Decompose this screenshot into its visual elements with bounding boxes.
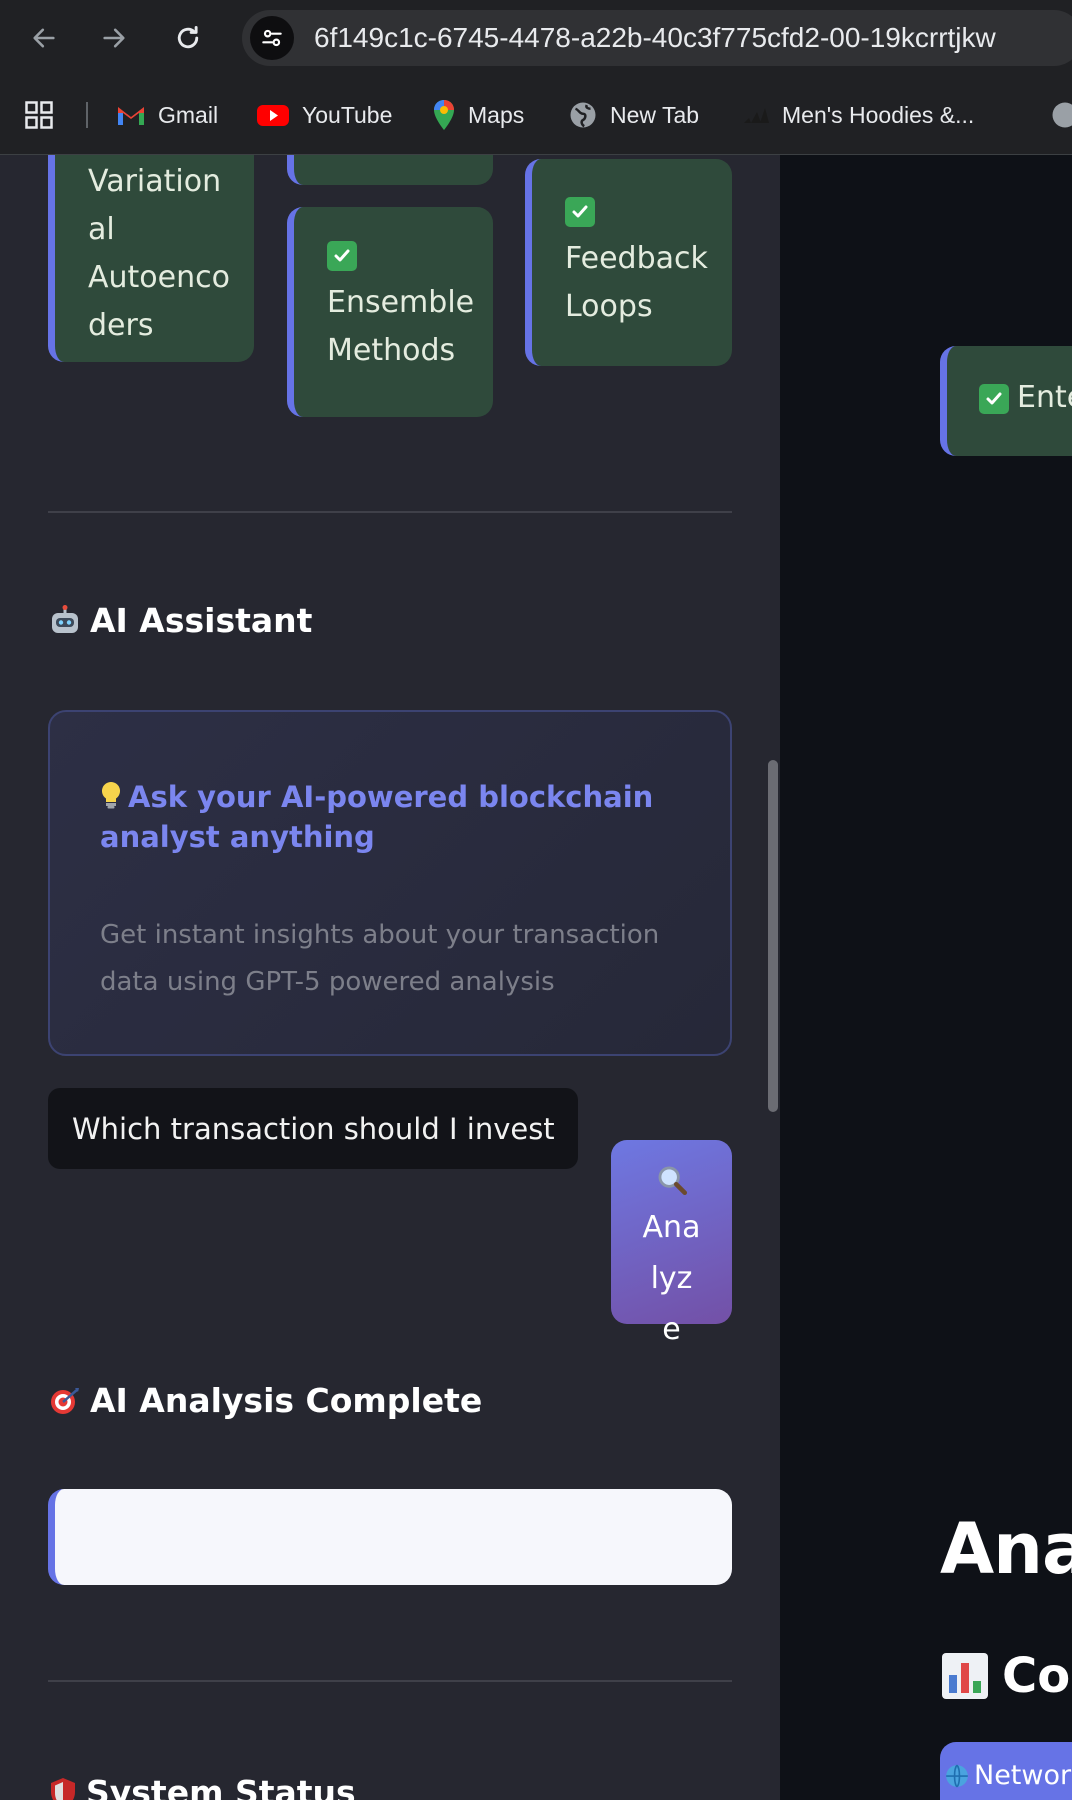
adidas-icon	[742, 105, 770, 125]
section-title-text: System Status	[86, 1773, 356, 1800]
main-heading: Anal	[940, 1508, 1072, 1590]
check-icon	[979, 384, 1009, 414]
ai-assistant-prompt-box: Ask your AI-powered blockchain analyst a…	[48, 710, 732, 1056]
prompt-heading: Ask your AI-powered blockchain analyst a…	[100, 780, 654, 854]
feature-label: Variation al Autoenco ders	[88, 164, 230, 343]
robot-icon	[48, 604, 82, 637]
bookmark-label: Gmail	[158, 101, 219, 128]
analysis-result-box	[48, 1489, 732, 1585]
reload-button[interactable]	[166, 16, 210, 60]
bookmark-youtube[interactable]: YouTube	[256, 76, 392, 154]
section-title-text: AI Analysis Complete	[90, 1381, 483, 1420]
ai-assistant-title: AI Assistant	[48, 601, 312, 640]
bookmarks-separator	[86, 102, 88, 128]
bookmark-mens-hoodies[interactable]: Men's Hoodies &...	[742, 76, 974, 154]
bookmark-new-tab[interactable]: New Tab	[568, 76, 699, 154]
divider	[48, 1680, 732, 1682]
globe-icon	[944, 1760, 970, 1789]
main-feature-card: Ente	[940, 346, 1072, 456]
browser-toolbar: 6f149c1c-6745-4478-a22b-40c3f775cfd2-00-…	[0, 0, 1072, 76]
globe-icon	[568, 100, 598, 130]
reload-icon	[177, 25, 199, 49]
section-title-text: AI Assistant	[90, 601, 313, 640]
target-icon	[48, 1385, 82, 1417]
bar-chart-icon	[940, 1651, 990, 1701]
arrow-left-icon	[33, 28, 55, 48]
apps-button[interactable]	[24, 76, 54, 154]
check-icon	[565, 196, 595, 227]
feature-label: Ensemble Methods	[327, 285, 475, 368]
address-bar[interactable]: 6f149c1c-6745-4478-a22b-40c3f775cfd2-00-…	[242, 10, 1072, 66]
back-button[interactable]	[22, 16, 66, 60]
main-content: Ente Anal Co Network	[780, 155, 1072, 1800]
bookmark-label: New Tab	[610, 101, 700, 128]
bookmarks-bar: Gmail YouTube Maps New Tab Men's Hoodies…	[0, 76, 1072, 155]
feature-card: Ensemble Methods	[287, 207, 493, 417]
bookmark-label: Men's Hoodies &...	[782, 101, 975, 128]
feature-card: Feedback Loops	[525, 159, 732, 366]
bookmark-label: Maps	[468, 101, 525, 128]
bookmark-label: YouTube	[302, 101, 393, 128]
site-info-icon[interactable]	[250, 16, 294, 60]
ai-query-input[interactable]	[48, 1088, 578, 1169]
system-status-title: System Status	[48, 1773, 356, 1800]
maps-icon	[432, 99, 456, 131]
network-tab[interactable]: Network	[940, 1742, 1072, 1800]
bookmark-maps[interactable]: Maps	[432, 76, 524, 154]
analyze-label: Analyze	[642, 1210, 701, 1347]
check-icon	[327, 240, 357, 271]
sidebar-scrollbar[interactable]	[768, 760, 778, 1112]
prompt-subtext: Get instant insights about your transact…	[100, 920, 660, 997]
feature-card	[287, 155, 493, 185]
shield-icon	[48, 1776, 78, 1800]
lightbulb-icon	[100, 780, 122, 818]
ai-analysis-title: AI Analysis Complete	[48, 1381, 482, 1420]
main-feature-label: Ente	[1017, 380, 1072, 415]
main-subheading: Co	[940, 1648, 1070, 1704]
apps-grid-icon	[25, 101, 53, 129]
bookmark-gmail[interactable]: Gmail	[116, 76, 218, 154]
url-text[interactable]: 6f149c1c-6745-4478-a22b-40c3f775cfd2-00-…	[314, 10, 996, 66]
divider	[48, 511, 732, 513]
feature-label: Feedback Loops	[565, 241, 708, 324]
arrow-right-icon	[103, 28, 125, 48]
sidebar: Variation al Autoenco ders Ensemble Meth…	[0, 155, 780, 1800]
youtube-icon	[256, 103, 290, 127]
forward-button[interactable]	[92, 16, 136, 60]
feature-card: Variation al Autoenco ders	[48, 155, 254, 362]
gmail-icon	[116, 103, 146, 127]
analyze-button[interactable]: Analyze	[611, 1140, 732, 1347]
bookmark-partial[interactable]	[1050, 76, 1072, 154]
globe-icon	[1050, 100, 1072, 130]
magnifier-icon	[611, 1162, 732, 1202]
